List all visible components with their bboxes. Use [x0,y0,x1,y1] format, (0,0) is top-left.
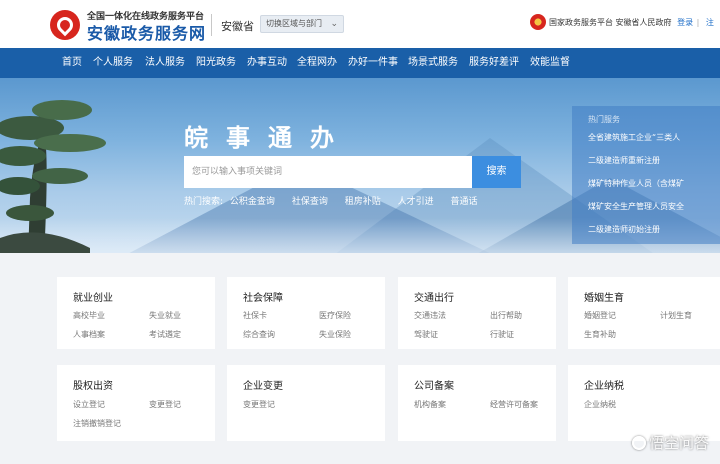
hero-title: 皖事通办 [184,124,352,152]
hot-service-item[interactable]: 全省建筑施工企业“三类人 [588,131,720,154]
header-divider [211,14,212,36]
card-link[interactable]: 人事档案 [73,329,105,340]
gov-links[interactable]: 国家政务服务平台 安徽省人民政府 [549,18,672,27]
hot-service-item[interactable]: 煤矿安全生产管理人员安全 [588,200,720,223]
watermark-logo-icon [632,436,646,450]
service-card-marriage[interactable]: 婚姻生育 婚姻登记 计划生育 生育补助 [568,277,720,349]
card-title: 交通出行 [414,293,454,304]
watermark-text: 悟空问答 [649,434,710,452]
pine-tree-image [0,100,106,253]
search-input[interactable]: 您可以输入事项关键词 [184,156,472,188]
card-link[interactable]: 婚姻登记 [584,310,616,321]
card-link[interactable]: 综合查询 [243,329,275,340]
card-link[interactable]: 交通违法 [414,310,446,321]
service-card-company-filing[interactable]: 公司备案 机构备案 经营许可备案 [398,365,556,441]
card-link[interactable]: 变更登记 [149,399,181,410]
card-title: 公司备案 [414,381,454,392]
hot-search-term[interactable]: 普通话 [450,197,477,207]
card-title: 股权出资 [73,381,113,392]
hot-service-item[interactable]: 二级建造师初始注册 [588,223,720,246]
main-nav: 首页 个人服务 法人服务 阳光政务 办事互动 全程网办 办好一件事 场景式服务 … [0,48,720,78]
card-link[interactable]: 变更登记 [243,399,275,410]
chevron-down-icon: ⌄ [330,19,338,29]
card-title: 就业创业 [73,293,113,304]
card-link[interactable]: 驾驶证 [414,329,438,340]
service-card-employment[interactable]: 就业创业 高校毕业 失业就业 人事档案 考试遴定 [57,277,215,349]
login-divider: | [696,18,700,27]
service-card-equity[interactable]: 股权出资 设立登记 变更登记 注销撤销登记 [57,365,215,441]
card-link[interactable]: 出行帮助 [490,310,522,321]
card-link[interactable]: 社保卡 [243,310,267,321]
card-link[interactable]: 经营许可备案 [490,399,538,410]
service-card-tax[interactable]: 企业纳税 企业纳税 [568,365,720,441]
card-link[interactable]: 注销撤销登记 [73,418,121,429]
hot-search-term[interactable]: 租房补贴 [345,197,381,207]
hot-service-title: 热门服务 [588,115,620,124]
site-header: 全国一体化在线政务服务平台 安徽政务服务网 安徽省 切换区域与部门 ⌄ 国家政务… [0,0,720,48]
card-link[interactable]: 考试遴定 [149,329,181,340]
nav-item-home[interactable]: 首页 [62,48,82,78]
service-card-traffic[interactable]: 交通出行 交通违法 出行帮助 驾驶证 行驶证 [398,277,556,349]
nav-item-scenario[interactable]: 场景式服务 [408,48,458,78]
site-name[interactable]: 安徽政务服务网 [87,20,206,44]
hot-search-label: 热门搜索: [184,197,224,207]
hot-search-term[interactable]: 公积金查询 [230,197,275,207]
hot-search-term[interactable]: 人才引进 [398,197,434,207]
hot-service-item[interactable]: 煤矿特种作业人员（含煤矿 [588,177,720,200]
service-card-enterprise-change[interactable]: 企业变更 变更登记 [227,365,385,441]
nav-item-personal[interactable]: 个人服务 [93,48,133,78]
national-emblem-icon [530,14,546,30]
card-link[interactable]: 生育补助 [584,329,616,340]
region-switch-label: 切换区域与部门 [266,19,322,28]
nav-item-rating[interactable]: 服务好差评 [469,48,519,78]
top-links: 国家政务服务平台 安徽省人民政府 登录 | 注 [549,17,714,28]
hot-search-term[interactable]: 社保查询 [292,197,328,207]
card-link[interactable]: 失业就业 [149,310,181,321]
card-title: 社会保障 [243,293,283,304]
nav-item-legal[interactable]: 法人服务 [145,48,185,78]
login-link[interactable]: 登录 [677,18,693,27]
hero-banner: 皖事通办 您可以输入事项关键词 搜索 热门搜索: 公积金查询 社保查询 租房补贴… [0,78,720,253]
nav-item-one-thing[interactable]: 办好一件事 [348,48,398,78]
hot-search-row: 热门搜索: 公积金查询 社保查询 租房补贴 人才引进 普通话 [184,194,492,207]
site-logo[interactable] [50,10,80,40]
card-link[interactable]: 行驶证 [490,329,514,340]
nav-item-interaction[interactable]: 办事互动 [247,48,287,78]
card-title: 企业变更 [243,381,283,392]
hot-service-item[interactable]: 二级建造师重新注册 [588,154,720,177]
card-link[interactable]: 高校毕业 [73,310,105,321]
card-link[interactable]: 计划生育 [660,310,692,321]
card-link[interactable]: 失业保险 [319,329,351,340]
card-link[interactable]: 设立登记 [73,399,105,410]
logo-mark-icon [53,13,77,37]
card-title: 婚姻生育 [584,293,624,304]
register-link[interactable]: 注 [706,18,714,27]
watermark: 悟空问答 [632,432,709,453]
nav-item-online[interactable]: 全程网办 [297,48,337,78]
card-title: 企业纳税 [584,381,624,392]
search-button[interactable]: 搜索 [472,156,521,188]
nav-item-transparency[interactable]: 阳光政务 [196,48,236,78]
nav-item-supervision[interactable]: 效能监督 [530,48,570,78]
current-province: 安徽省 [221,20,254,33]
region-switch-button[interactable]: 切换区域与部门 ⌄ [260,15,344,33]
card-link[interactable]: 医疗保险 [319,310,351,321]
service-card-social-security[interactable]: 社会保障 社保卡 医疗保险 综合查询 失业保险 [227,277,385,349]
hot-service-panel: 热门服务 全省建筑施工企业“三类人 二级建造师重新注册 煤矿特种作业人员（含煤矿… [572,106,720,244]
card-link[interactable]: 机构备案 [414,399,446,410]
card-link[interactable]: 企业纳税 [584,399,616,410]
